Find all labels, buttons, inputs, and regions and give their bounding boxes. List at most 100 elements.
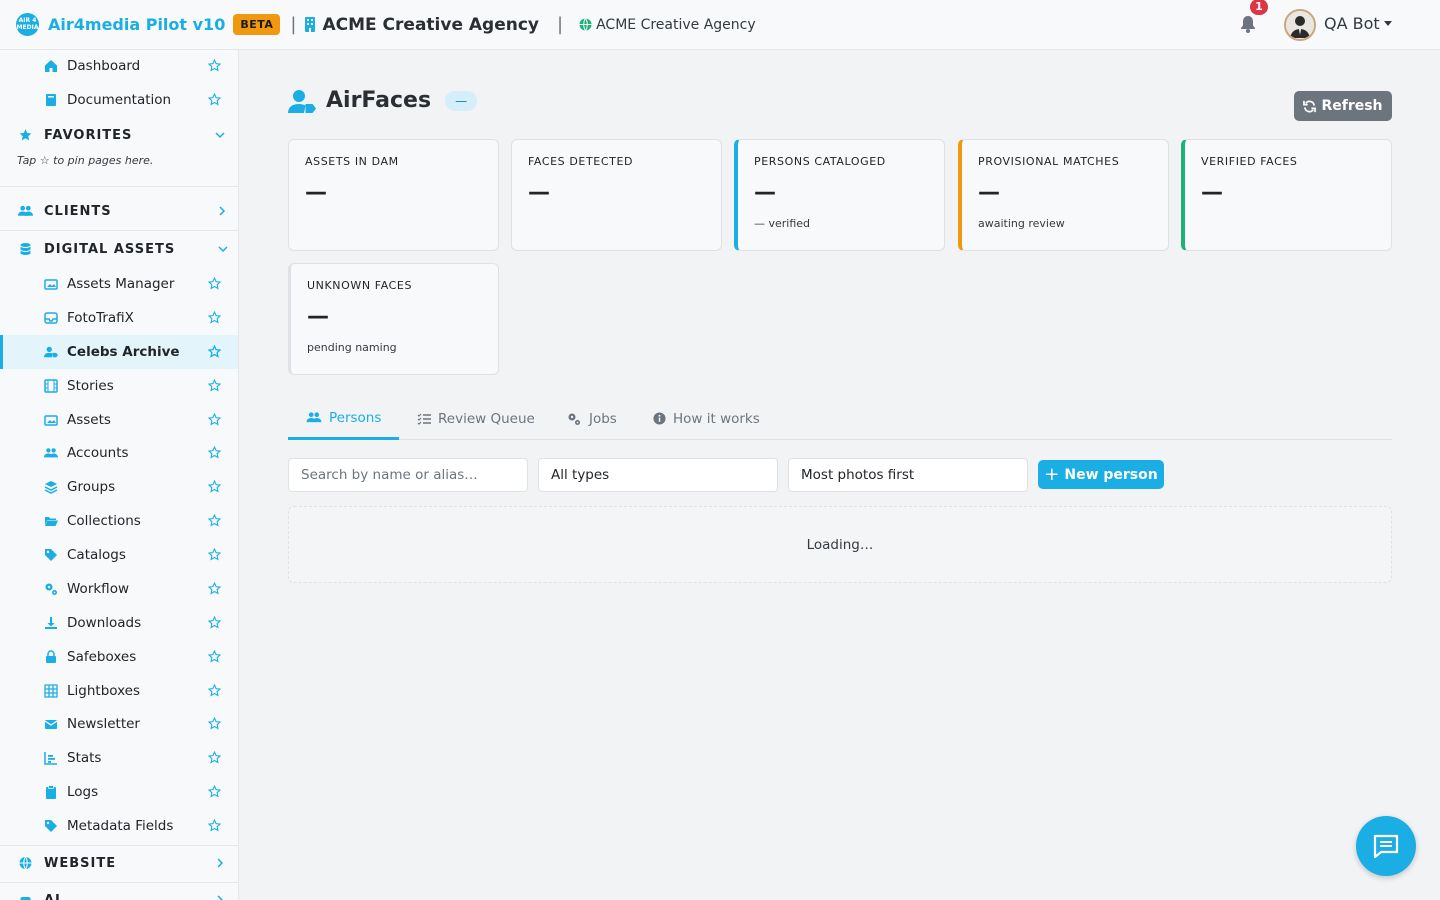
sidebar-item-collections[interactable]: Collections — [0, 504, 238, 538]
star-icon[interactable] — [208, 413, 221, 426]
sidebar-item-label: Celebs Archive — [67, 344, 180, 360]
sidebar-item-fototrafix[interactable]: FotoTrafiX — [0, 301, 238, 335]
sidebar-item-label: Lightboxes — [67, 683, 141, 699]
sidebar-item-assets-manager[interactable]: Assets Manager — [0, 267, 238, 301]
stat-label: UNKNOWN FACES — [307, 279, 413, 292]
sidebar-section-digital-assets[interactable]: DIGITAL ASSETS — [0, 234, 238, 264]
section-label: AI — [44, 892, 61, 900]
chart-icon — [44, 752, 57, 765]
star-icon[interactable] — [208, 684, 221, 697]
sidebar-item-catalogs[interactable]: Catalogs — [0, 538, 238, 572]
sidebar-item-safeboxes[interactable]: Safeboxes — [0, 640, 238, 674]
star-icon[interactable] — [208, 93, 221, 106]
sidebar-item-workflow[interactable]: Workflow — [0, 572, 238, 606]
stat-subtext: awaiting review — [978, 217, 1065, 230]
tab-label: Jobs — [589, 410, 617, 427]
chat-icon — [1373, 834, 1399, 858]
star-icon[interactable] — [208, 59, 221, 72]
globe-icon — [19, 856, 32, 870]
sidebar-item-logs[interactable]: Logs — [0, 775, 238, 809]
star-icon[interactable] — [208, 548, 221, 561]
star-icon[interactable] — [208, 650, 221, 663]
star-icon[interactable] — [208, 785, 221, 798]
star-icon[interactable] — [208, 345, 221, 358]
tab-persons[interactable]: Persons — [288, 398, 400, 440]
sidebar-item-celebs-archive[interactable]: Celebs Archive — [0, 335, 238, 369]
divider — [0, 845, 238, 846]
star-icon[interactable] — [208, 616, 221, 629]
star-icon[interactable] — [208, 819, 221, 832]
chevron-down-icon — [215, 132, 225, 139]
sidebar-item-lightboxes[interactable]: Lightboxes — [0, 674, 238, 708]
chevron-right-icon — [219, 206, 226, 216]
chevron-right-icon — [217, 895, 224, 900]
org-switcher[interactable]: ACME Creative Agency — [304, 15, 539, 35]
stat-value: — — [528, 180, 550, 205]
stat-card-verified-faces: VERIFIED FACES — — [1181, 139, 1392, 251]
star-icon[interactable] — [208, 311, 221, 324]
bell-icon[interactable] — [1238, 14, 1258, 34]
sidebar-item-accounts[interactable]: Accounts — [0, 436, 238, 470]
section-label: WEBSITE — [44, 855, 117, 871]
stat-card-provisional-matches: PROVISIONAL MATCHES — awaiting review — [958, 139, 1169, 251]
sidebar-item-newsletter[interactable]: Newsletter — [0, 707, 238, 741]
site-switcher[interactable]: ACME Creative Agency — [579, 17, 756, 33]
sidebar-item-downloads[interactable]: Downloads — [0, 606, 238, 640]
sidebar-item-label: Groups — [67, 479, 116, 495]
tab-review-queue[interactable]: Review Queue — [399, 398, 553, 439]
new-person-label: New person — [1064, 466, 1158, 483]
tab-jobs[interactable]: Jobs — [548, 398, 635, 439]
images-icon — [44, 279, 58, 290]
sidebar: Dashboard Documentation FAVORITES Tap ☆ … — [0, 50, 239, 900]
sidebar-item-groups[interactable]: Groups — [0, 470, 238, 504]
star-icon[interactable] — [208, 277, 221, 290]
avatar[interactable] — [1284, 9, 1316, 41]
tags-icon — [45, 549, 57, 561]
sidebar-section-ai[interactable]: AI — [0, 885, 238, 900]
sidebar-section-clients[interactable]: CLIENTS — [0, 196, 238, 226]
sidebar-item-label: Safeboxes — [67, 649, 137, 665]
sidebar-section-favorites[interactable]: FAVORITES — [0, 120, 238, 150]
star-icon[interactable] — [208, 751, 221, 764]
stat-label: PERSONS CATALOGED — [754, 155, 886, 168]
star-icon[interactable] — [208, 582, 221, 595]
users-icon — [44, 448, 58, 458]
sidebar-item-metadata-fields[interactable]: Metadata Fields — [0, 809, 238, 843]
brand[interactable]: AIR 4 MEDIA Air4media Pilot v10 BETA — [16, 13, 281, 36]
star-icon[interactable] — [208, 514, 221, 527]
stat-label: ASSETS IN DAM — [305, 155, 399, 168]
star-icon[interactable] — [208, 717, 221, 730]
sidebar-item-label: Workflow — [67, 581, 129, 597]
refresh-button[interactable]: Refresh — [1294, 91, 1392, 121]
download-icon — [45, 617, 57, 629]
sidebar-item-documentation[interactable]: Documentation — [0, 83, 238, 117]
sidebar-item-dashboard[interactable]: Dashboard — [0, 50, 238, 83]
th-icon — [44, 684, 58, 698]
search-input[interactable] — [288, 458, 528, 492]
tab-how-it-works[interactable]: How it works — [635, 398, 778, 439]
star-icon[interactable] — [208, 446, 221, 459]
cogs-icon — [568, 413, 580, 425]
star-icon — [19, 129, 32, 141]
new-person-button[interactable]: + New person — [1038, 460, 1164, 489]
status-badge: — — [445, 90, 478, 111]
sort-select[interactable]: Most photos first — [788, 458, 1028, 492]
chat-button[interactable] — [1356, 816, 1416, 876]
sidebar-item-label: Catalogs — [67, 547, 126, 563]
sidebar-item-stories[interactable]: Stories — [0, 369, 238, 403]
app-name[interactable]: Air4media Pilot v10 — [48, 15, 225, 34]
caret-down-icon — [1383, 21, 1392, 26]
user-menu[interactable]: QA Bot — [1324, 14, 1392, 33]
star-icon[interactable] — [208, 480, 221, 493]
sidebar-item-stats[interactable]: Stats — [0, 741, 238, 775]
sidebar-section-website[interactable]: WEBSITE — [0, 848, 238, 878]
tab-bar: Persons Review Queue Jobs How it works — [288, 398, 1392, 440]
sidebar-item-label: Newsletter — [67, 716, 140, 732]
database-icon — [20, 243, 31, 255]
star-icon[interactable] — [208, 379, 221, 392]
page-title: AirFaces — [326, 88, 432, 113]
stat-label: FACES DETECTED — [528, 155, 634, 168]
type-filter-select[interactable]: All types — [538, 458, 778, 492]
chevron-down-icon — [218, 246, 228, 253]
sidebar-item-assets[interactable]: Assets — [0, 403, 238, 437]
